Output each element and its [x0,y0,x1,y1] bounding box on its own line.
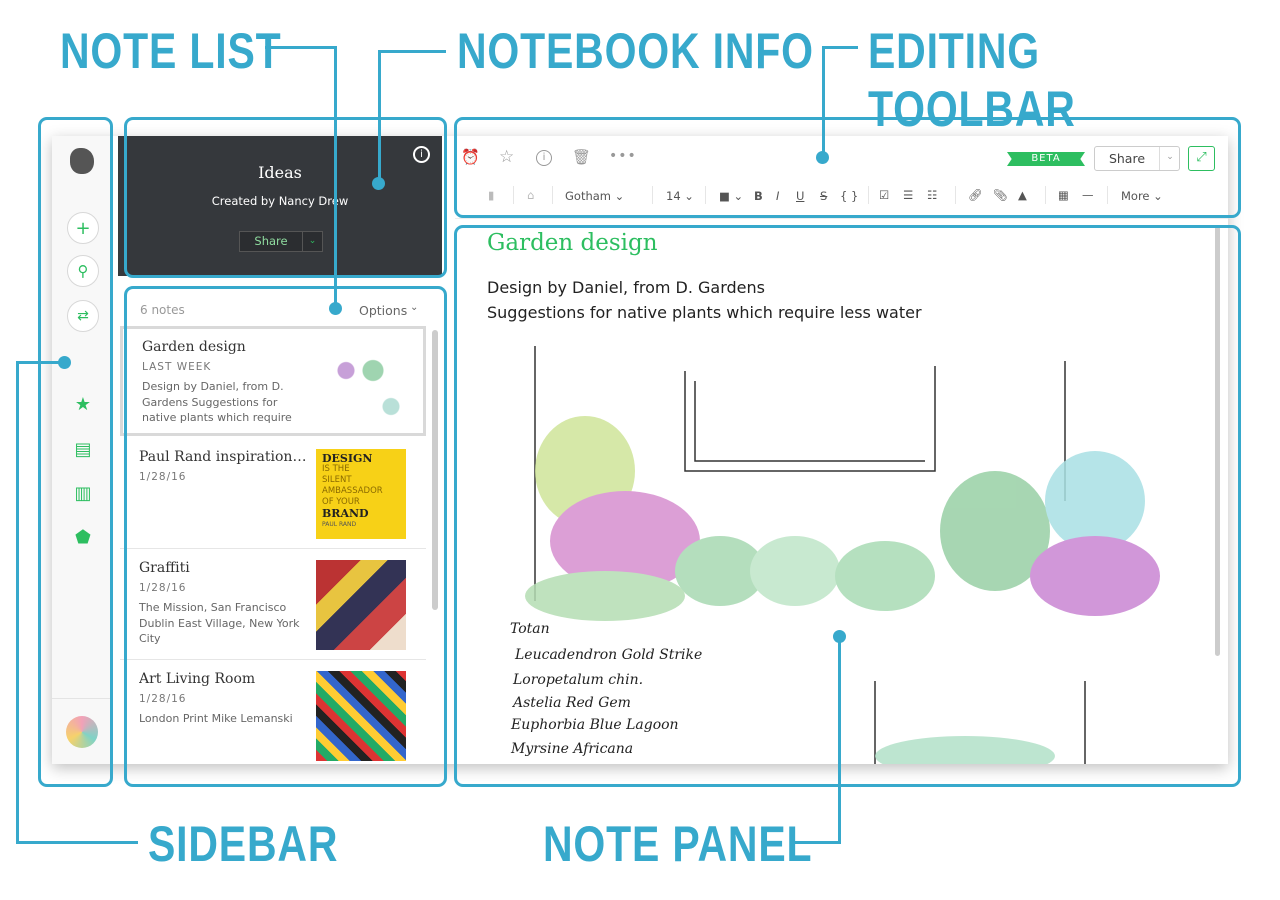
leader-line [378,50,381,180]
leader-line [838,636,841,843]
leader-dot [816,151,829,164]
divider [455,218,1228,219]
leader-dot [833,630,846,643]
notebook-info-label: NOTEBOOK INFO [457,23,814,79]
note-panel-label: NOTE PANEL [543,816,813,872]
leader-dot [329,302,342,315]
leader-line [378,50,446,53]
leader-dot [372,177,385,190]
leader-line [265,46,337,49]
editing-toolbar-label: EDITING TOOLBAR [868,23,1076,137]
leader-line [16,361,19,843]
leader-line [822,46,825,154]
note-list-label: NOTE LIST [60,23,282,79]
note-list-callout-box [124,286,447,787]
sidebar-label: SIDEBAR [148,816,339,872]
leader-line [793,841,841,844]
leader-line [16,841,138,844]
leader-dot [58,356,71,369]
leader-line [334,46,337,306]
leader-line [822,46,858,49]
leader-line [16,361,61,364]
note-panel-callout-box [454,225,1241,787]
sidebar-callout-box [38,117,113,787]
notebook-info-callout-box [124,117,447,278]
